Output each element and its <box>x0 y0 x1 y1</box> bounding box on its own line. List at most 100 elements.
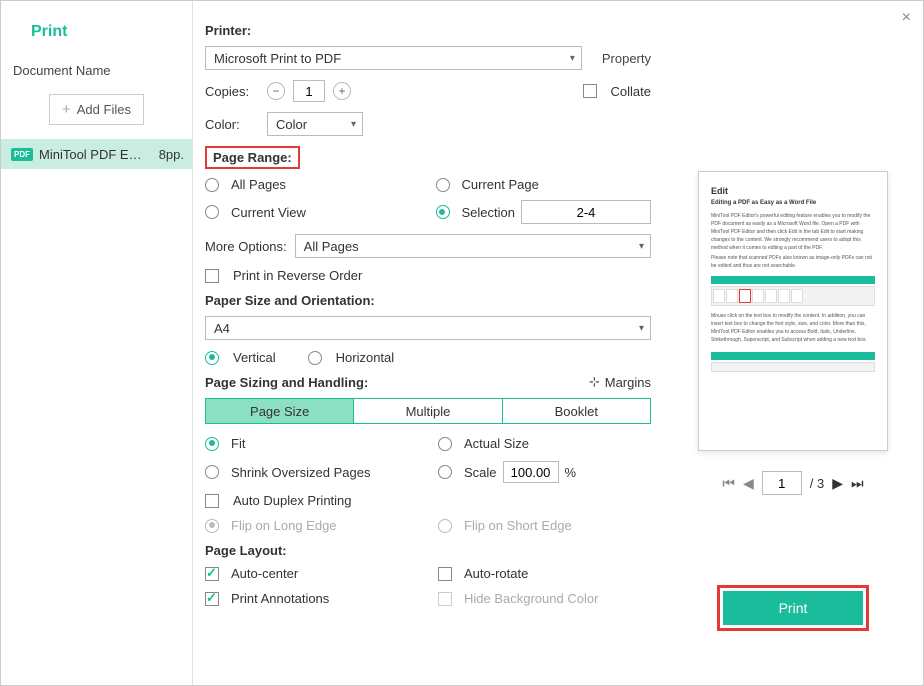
page-layout-label: Page Layout: <box>205 543 651 558</box>
hide-bg-checkbox <box>438 592 452 606</box>
fit-label: Fit <box>231 436 245 451</box>
preview-text-2: Please note that scanned PDFs also known… <box>711 254 875 270</box>
plus-icon: + <box>62 101 71 118</box>
preview-toolbar <box>711 286 875 306</box>
color-select[interactable]: Color <box>267 112 363 136</box>
duplex-checkbox[interactable] <box>205 494 219 508</box>
sidebar: Print Document Name + Add Files PDF Mini… <box>1 1 193 685</box>
current-view-label: Current View <box>231 205 306 220</box>
flip-long-radio <box>205 519 219 533</box>
vertical-label: Vertical <box>233 350 276 365</box>
selection-radio[interactable] <box>436 205 450 219</box>
auto-center-checkbox[interactable] <box>205 567 219 581</box>
auto-rotate-checkbox[interactable] <box>438 567 452 581</box>
nav-total-label: / 3 <box>810 476 824 491</box>
margins-label: Margins <box>605 375 651 390</box>
horizontal-label: Horizontal <box>336 350 395 365</box>
reverse-order-checkbox[interactable] <box>205 269 219 283</box>
scale-unit: % <box>565 465 577 480</box>
flip-long-label: Flip on Long Edge <box>231 518 337 533</box>
actual-size-radio[interactable] <box>438 437 452 451</box>
nav-last-icon[interactable]: ⏭ <box>851 475 864 492</box>
color-label: Color: <box>205 117 259 132</box>
selection-label: Selection <box>462 205 515 220</box>
print-button[interactable]: Print <box>723 591 863 625</box>
tab-multiple[interactable]: Multiple <box>353 399 501 423</box>
add-files-label: Add Files <box>77 102 131 117</box>
tab-page-size[interactable]: Page Size <box>206 399 353 423</box>
preview-nav: ⏮ ◀ / 3 ▶ ⏭ <box>722 471 863 495</box>
vertical-radio[interactable] <box>205 351 219 365</box>
auto-center-label: Auto-center <box>231 566 298 581</box>
nav-prev-icon[interactable]: ◀ <box>743 475 754 492</box>
print-button-highlight: Print <box>717 585 869 631</box>
print-annotations-label: Print Annotations <box>231 591 329 606</box>
preview-bar-icon <box>711 276 875 284</box>
paper-size-selected: A4 <box>214 321 230 336</box>
printer-label: Printer: <box>205 23 651 38</box>
copies-input[interactable] <box>293 80 325 102</box>
duplex-label: Auto Duplex Printing <box>233 493 352 508</box>
shrink-radio[interactable] <box>205 465 219 479</box>
fit-radio[interactable] <box>205 437 219 451</box>
scale-radio[interactable] <box>438 465 452 479</box>
scale-label: Scale <box>464 465 497 480</box>
preview-bar-icon-2 <box>711 352 875 360</box>
page-title: Print <box>1 1 192 59</box>
property-button[interactable]: Property <box>602 51 651 66</box>
close-icon[interactable]: × <box>902 9 911 27</box>
copies-minus-button[interactable]: − <box>267 82 285 100</box>
page-preview: Edit Editing a PDF as Easy as a Word Fil… <box>698 171 888 451</box>
preview-pane: Edit Editing a PDF as Easy as a Word Fil… <box>663 1 923 685</box>
printer-selected: Microsoft Print to PDF <box>214 51 341 66</box>
horizontal-radio[interactable] <box>308 351 322 365</box>
nav-next-icon[interactable]: ▶ <box>832 475 843 492</box>
flip-short-label: Flip on Short Edge <box>464 518 572 533</box>
margins-button[interactable]: ⊹ Margins <box>589 375 651 390</box>
flip-short-radio <box>438 519 452 533</box>
scale-input[interactable] <box>503 461 559 483</box>
preview-text: MiniTool PDF Editor's powerful editing f… <box>711 212 875 252</box>
preview-heading: Edit <box>711 186 875 196</box>
more-options-label: More Options: <box>205 239 287 254</box>
copies-plus-button[interactable]: + <box>333 82 351 100</box>
page-range-label: Page Range: <box>213 150 292 165</box>
paper-size-select[interactable]: A4 <box>205 316 651 340</box>
current-page-label: Current Page <box>462 177 539 192</box>
sizing-tabs: Page Size Multiple Booklet <box>205 398 651 424</box>
margins-icon: ⊹ <box>589 375 599 390</box>
document-name-label: Document Name <box>1 59 192 88</box>
page-range-highlight: Page Range: <box>205 146 300 169</box>
print-annotations-checkbox[interactable] <box>205 592 219 606</box>
add-files-button[interactable]: + Add Files <box>49 94 144 125</box>
current-page-radio[interactable] <box>436 178 450 192</box>
tab-booklet[interactable]: Booklet <box>502 399 650 423</box>
print-form: Printer: Microsoft Print to PDF Property… <box>193 1 663 685</box>
collate-label: Collate <box>611 84 651 99</box>
sizing-label: Page Sizing and Handling: <box>205 375 368 390</box>
auto-rotate-label: Auto-rotate <box>464 566 528 581</box>
color-selected: Color <box>276 117 307 132</box>
printer-select[interactable]: Microsoft Print to PDF <box>205 46 582 70</box>
all-pages-label: All Pages <box>231 177 286 192</box>
file-row[interactable]: PDF MiniTool PDF E… 8pp. <box>1 139 192 169</box>
preview-text-3: Mouse click on the text box to modify th… <box>711 312 875 344</box>
all-pages-radio[interactable] <box>205 178 219 192</box>
shrink-label: Shrink Oversized Pages <box>231 465 370 480</box>
pdf-icon: PDF <box>11 148 33 161</box>
preview-sub: Editing a PDF as Easy as a Word File <box>711 200 875 206</box>
file-name: MiniTool PDF E… <box>39 147 153 162</box>
more-options-select[interactable]: All Pages <box>295 234 651 258</box>
nav-first-icon[interactable]: ⏮ <box>722 475 735 492</box>
hide-bg-label: Hide Background Color <box>464 591 598 606</box>
selection-input[interactable] <box>521 200 651 224</box>
preview-toolbar-2 <box>711 362 875 372</box>
more-options-selected: All Pages <box>304 239 359 254</box>
actual-size-label: Actual Size <box>464 436 529 451</box>
reverse-order-label: Print in Reverse Order <box>233 268 362 283</box>
file-pages: 8pp. <box>159 147 184 162</box>
current-view-radio[interactable] <box>205 205 219 219</box>
collate-checkbox[interactable] <box>583 84 597 98</box>
nav-page-input[interactable] <box>762 471 802 495</box>
copies-label: Copies: <box>205 84 259 99</box>
